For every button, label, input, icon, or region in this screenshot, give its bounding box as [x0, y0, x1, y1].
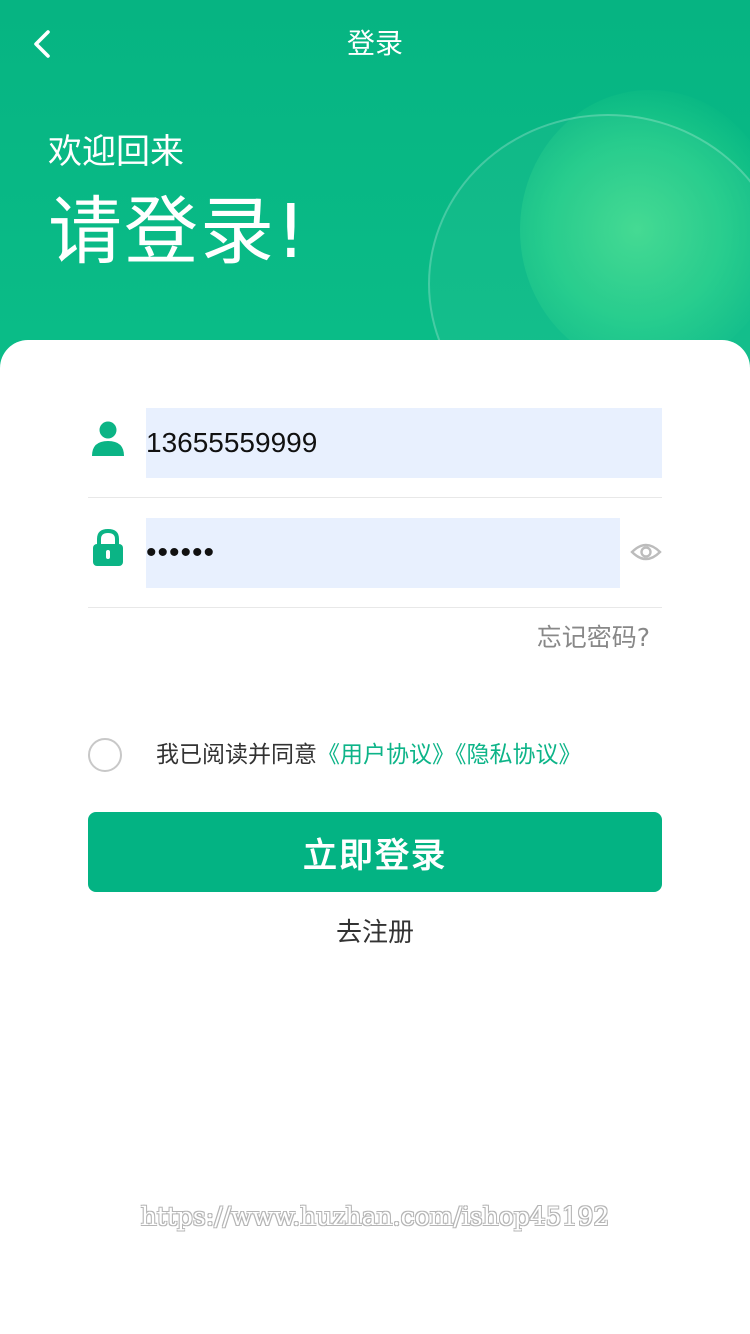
register-link[interactable]: 去注册 [0, 914, 750, 952]
agreement-checkbox[interactable] [88, 738, 122, 772]
phone-input[interactable] [146, 408, 662, 478]
page-title: 登录 [346, 27, 403, 60]
eye-icon [630, 543, 662, 561]
login-button[interactable]: 立即登录 [88, 812, 662, 892]
phone-field-row [88, 388, 662, 498]
agreement-row: 我已阅读并同意《用户协议》《隐私协议》 [88, 736, 688, 774]
nav-bar: 登录 [0, 0, 750, 88]
user-agreement-link[interactable]: 《用户协议》 [317, 742, 455, 768]
agreement-text: 我已阅读并同意《用户协议》《隐私协议》 [156, 736, 582, 774]
password-field-row [88, 498, 662, 608]
welcome-text: 欢迎回来 [48, 132, 184, 172]
agreement-prefix: 我已阅读并同意 [156, 742, 317, 768]
watermark: https://www.huzhan.com/ishop45192 [140, 1202, 610, 1231]
password-visibility-toggle[interactable] [630, 538, 662, 566]
lock-icon [93, 528, 123, 566]
forgot-password-link[interactable]: 忘记密码? [537, 620, 650, 656]
password-input[interactable] [146, 518, 620, 588]
login-headline: 请登录! [48, 189, 308, 275]
user-icon [92, 421, 124, 456]
privacy-policy-link[interactable]: 《隐私协议》 [455, 742, 582, 768]
